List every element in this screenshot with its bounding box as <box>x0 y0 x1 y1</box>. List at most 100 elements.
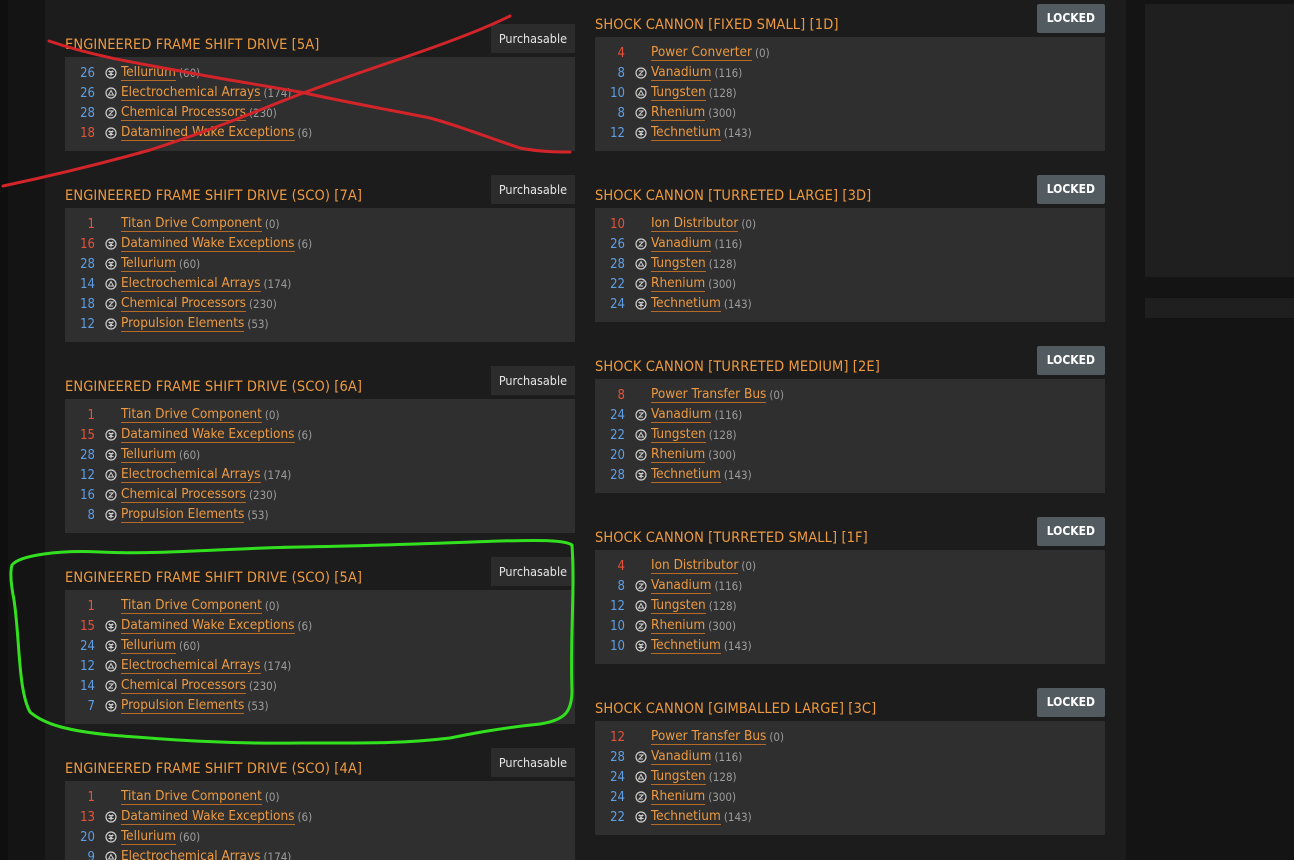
material-link[interactable]: Rhenium <box>651 276 706 292</box>
manufactured-material-icon <box>104 827 118 847</box>
material-link[interactable]: Tungsten <box>651 769 706 785</box>
material-link[interactable]: Electrochemical Arrays <box>121 467 261 483</box>
material-link[interactable]: Vanadium <box>651 749 712 765</box>
material-stock-count: (116) <box>714 66 743 80</box>
material-link[interactable]: Technetium <box>651 809 721 825</box>
material-stock-count: (300) <box>708 790 737 804</box>
material-link[interactable]: Chemical Processors <box>121 105 246 121</box>
material-stock-count: (116) <box>714 237 743 251</box>
material-link[interactable]: Electrochemical Arrays <box>121 276 261 292</box>
material-link[interactable]: Tungsten <box>651 85 706 101</box>
material-link[interactable]: Titan Drive Component <box>121 407 262 423</box>
encoded-data-icon <box>104 485 118 505</box>
required-quantity: 12 <box>80 316 95 332</box>
material-link[interactable]: Datamined Wake Exceptions <box>121 618 295 634</box>
material-link[interactable]: Electrochemical Arrays <box>121 658 261 674</box>
blank-icon <box>104 596 118 616</box>
material-link[interactable]: Datamined Wake Exceptions <box>121 236 295 252</box>
left-blueprint-card: ENGINEERED FRAME SHIFT DRIVE (SCO) [5A] P… <box>65 557 575 724</box>
material-link[interactable]: Rhenium <box>651 618 706 634</box>
manufactured-material-icon <box>104 234 118 254</box>
purchasable-badge: Purchasable <box>490 557 575 586</box>
material-row: 22 Technetium (143) <box>595 807 1105 827</box>
material-link[interactable]: Ion Distributor <box>651 558 739 574</box>
material-link[interactable]: Chemical Processors <box>121 487 246 503</box>
material-link[interactable]: Propulsion Elements <box>121 507 245 523</box>
material-link[interactable]: Electrochemical Arrays <box>121 85 261 101</box>
material-stock-count: (300) <box>708 106 737 120</box>
material-link[interactable]: Chemical Processors <box>121 678 246 694</box>
material-stock-count: (60) <box>178 257 201 271</box>
raw-material-icon <box>104 274 118 294</box>
material-link[interactable]: Datamined Wake Exceptions <box>121 809 295 825</box>
material-link[interactable]: Tungsten <box>651 598 706 614</box>
required-quantity: 28 <box>80 105 95 121</box>
material-link[interactable]: Tellurium <box>121 256 176 272</box>
material-link[interactable]: Propulsion Elements <box>121 316 245 332</box>
material-row: 26 Electrochemical Arrays (174) <box>65 83 575 103</box>
material-link[interactable]: Power Converter <box>651 45 753 61</box>
material-link[interactable]: Vanadium <box>651 578 712 594</box>
material-row: 28 Technetium (143) <box>595 465 1105 485</box>
material-link[interactable]: Vanadium <box>651 407 712 423</box>
material-link[interactable]: Technetium <box>651 125 721 141</box>
material-stock-count: (143) <box>723 468 752 482</box>
material-link[interactable]: Tungsten <box>651 427 706 443</box>
material-stock-count: (300) <box>708 619 737 633</box>
card-title: SHOCK CANNON [TURRETED MEDIUM] [2E] <box>595 359 880 375</box>
material-row: 9 Electrochemical Arrays (174) <box>65 847 575 860</box>
material-link[interactable]: Vanadium <box>651 65 712 81</box>
material-link[interactable]: Vanadium <box>651 236 712 252</box>
material-link[interactable]: Electrochemical Arrays <box>121 849 261 860</box>
material-link[interactable]: Tungsten <box>651 256 706 272</box>
material-link[interactable]: Tellurium <box>121 829 176 845</box>
material-link[interactable]: Tellurium <box>121 638 176 654</box>
material-link[interactable]: Chemical Processors <box>121 296 246 312</box>
material-link[interactable]: Titan Drive Component <box>121 789 262 805</box>
material-row: 4 Power Converter (0) <box>595 43 1105 63</box>
material-link[interactable]: Rhenium <box>651 105 706 121</box>
material-row: 20 Tellurium (60) <box>65 827 575 847</box>
material-link[interactable]: Titan Drive Component <box>121 216 262 232</box>
material-row: 12 Electrochemical Arrays (174) <box>65 656 575 676</box>
right-blueprint-card: SHOCK CANNON [FIXED SMALL] [1D] LOCKED 4 Po… <box>595 4 1105 151</box>
material-link[interactable]: Technetium <box>651 296 721 312</box>
material-link[interactable]: Technetium <box>651 638 721 654</box>
material-link[interactable]: Rhenium <box>651 447 706 463</box>
material-stock-count: (53) <box>247 508 269 522</box>
material-link[interactable]: Titan Drive Component <box>121 598 262 614</box>
locked-badge: LOCKED <box>1036 688 1105 717</box>
material-link[interactable]: Rhenium <box>651 789 706 805</box>
material-link[interactable]: Power Transfer Bus <box>651 729 767 745</box>
material-list: 10 Ion Distributor (0) 26 Vanadium (116) 28 Tun… <box>595 208 1105 322</box>
locked-badge: LOCKED <box>1036 175 1105 204</box>
material-row: 8 Power Transfer Bus (0) <box>595 385 1105 405</box>
blank-icon <box>634 43 648 63</box>
material-link[interactable]: Ion Distributor <box>651 216 739 232</box>
purchasable-badge: Purchasable <box>490 748 575 777</box>
material-link[interactable]: Power Transfer Bus <box>651 387 767 403</box>
card-title: SHOCK CANNON [TURRETED SMALL] [1F] <box>595 530 868 546</box>
material-row: 12 Propulsion Elements (53) <box>65 314 575 334</box>
raw-material-icon <box>104 465 118 485</box>
raw-material-icon <box>104 847 118 860</box>
material-row: 10 Ion Distributor (0) <box>595 214 1105 234</box>
required-quantity: 20 <box>80 829 95 845</box>
blank-icon <box>634 556 648 576</box>
required-quantity: 24 <box>80 638 95 654</box>
material-stock-count: (300) <box>708 448 737 462</box>
required-quantity: 18 <box>80 296 95 312</box>
card-header: ENGINEERED FRAME SHIFT DRIVE (SCO) [5A] P… <box>65 557 575 590</box>
material-row: 10 Rhenium (300) <box>595 616 1105 636</box>
material-link[interactable]: Technetium <box>651 467 721 483</box>
material-link[interactable]: Datamined Wake Exceptions <box>121 427 295 443</box>
required-quantity: 24 <box>610 296 625 312</box>
material-link[interactable]: Propulsion Elements <box>121 698 245 714</box>
material-link[interactable]: Datamined Wake Exceptions <box>121 125 295 141</box>
material-link[interactable]: Tellurium <box>121 447 176 463</box>
material-list: 1 Titan Drive Component (0) 15 Datamined Wak… <box>65 399 575 533</box>
material-row: 4 Ion Distributor (0) <box>595 556 1105 576</box>
required-quantity: 1 <box>87 789 95 805</box>
material-row: 28 Vanadium (116) <box>595 747 1105 767</box>
material-link[interactable]: Tellurium <box>121 65 176 81</box>
